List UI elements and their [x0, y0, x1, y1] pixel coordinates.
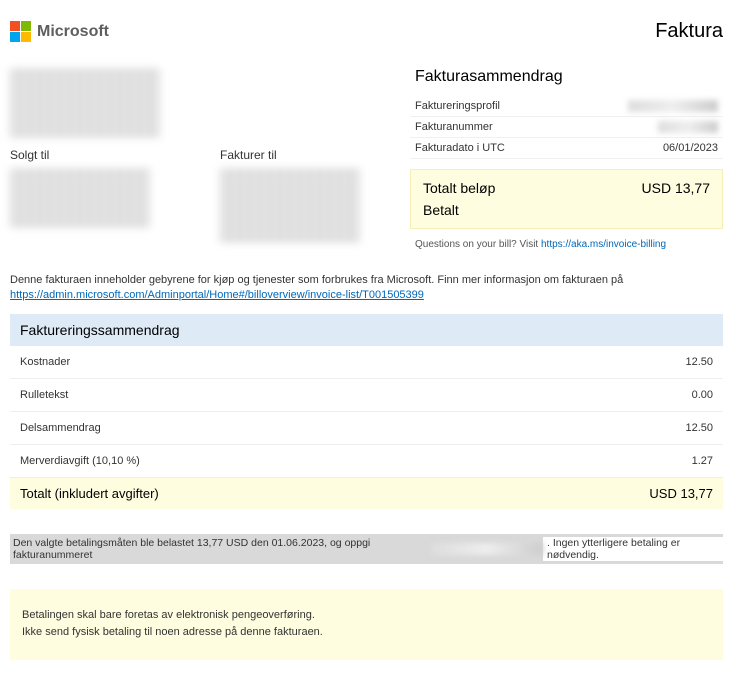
footer-notice: Betalingen skal bare foretas av elektron…	[10, 589, 723, 660]
line-label: Delsammendrag	[20, 422, 101, 434]
line-label: Kostnader	[20, 356, 70, 368]
redacted-logo-block	[10, 68, 160, 138]
summary-row-profile: Faktureringsprofil	[410, 96, 723, 117]
summary-label: Fakturadato i UTC	[415, 142, 505, 154]
line-value: 1.27	[692, 455, 713, 467]
line-subtotal: Delsammendrag 12.50	[10, 412, 723, 445]
payment-note-main: Den valgte betalingsmåten ble belastet 1…	[13, 537, 425, 561]
invoice-description: Denne fakturaen inneholder gebyrene for …	[10, 273, 723, 304]
redacted-value	[628, 100, 718, 112]
line-value: 12.50	[685, 356, 713, 368]
line-total: Totalt (inkludert avgifter) USD 13,77	[10, 478, 723, 509]
billing-summary-header: Faktureringssammendrag	[10, 314, 723, 346]
total-amount-box: Totalt beløp USD 13,77 Betalt	[410, 169, 723, 229]
summary-row-date: Fakturadato i UTC 06/01/2023	[410, 138, 723, 159]
document-title: Faktura	[655, 20, 723, 43]
summary-label: Fakturanummer	[415, 121, 493, 133]
paid-label: Betalt	[423, 202, 710, 218]
description-text: Denne fakturaen inneholder gebyrene for …	[10, 274, 623, 286]
line-label: Rulletekst	[20, 389, 68, 401]
document-header: Microsoft Faktura	[10, 20, 723, 43]
sold-to-label: Solgt til	[10, 148, 180, 162]
summary-title: Fakturasammendrag	[410, 68, 723, 86]
questions-note: Questions on your bill? Visit https://ak…	[410, 239, 723, 250]
microsoft-logo: Microsoft	[10, 21, 109, 42]
payment-note-tail: . Ingen ytterligere betaling er nødvendi…	[543, 537, 723, 561]
line-costs: Kostnader 12.50	[10, 346, 723, 379]
payment-note: Den valgte betalingsmåten ble belastet 1…	[10, 534, 723, 564]
line-label: Merverdiavgift (10,10 %)	[20, 455, 140, 467]
summary-label: Faktureringsprofil	[415, 100, 500, 112]
line-credits: Rulletekst 0.00	[10, 379, 723, 412]
total-label: Totalt (inkludert avgifter)	[20, 486, 159, 501]
footer-line-1: Betalingen skal bare foretas av elektron…	[22, 607, 711, 625]
questions-link[interactable]: https://aka.ms/invoice-billing	[541, 239, 666, 250]
address-column: Solgt til Fakturer til	[10, 68, 390, 253]
line-vat: Merverdiavgift (10,10 %) 1.27	[10, 445, 723, 478]
total-label: Totalt beløp	[423, 180, 495, 196]
top-section: Solgt til Fakturer til Fakturasammendrag…	[10, 68, 723, 253]
total-value: USD 13,77	[649, 486, 713, 501]
summary-row-number: Fakturanummer	[410, 117, 723, 138]
redacted-value	[658, 121, 718, 133]
bill-to-label: Fakturer til	[220, 148, 390, 162]
redacted-sold-to	[10, 168, 150, 228]
invoice-summary-column: Fakturasammendrag Faktureringsprofil Fak…	[410, 68, 723, 253]
summary-value: 06/01/2023	[663, 142, 718, 154]
questions-text: Questions on your bill? Visit	[415, 239, 541, 250]
description-link[interactable]: https://admin.microsoft.com/Adminportal/…	[10, 289, 424, 301]
billing-summary: Faktureringssammendrag Kostnader 12.50 R…	[10, 314, 723, 509]
line-value: 0.00	[692, 389, 713, 401]
line-value: 12.50	[685, 422, 713, 434]
footer-line-2: Ikke send fysisk betaling til noen adres…	[22, 624, 711, 642]
company-name: Microsoft	[37, 23, 109, 41]
redacted-bill-to	[220, 168, 360, 243]
total-value: USD 13,77	[642, 180, 710, 196]
microsoft-logo-icon	[10, 21, 31, 42]
redacted-invoice-ref	[431, 543, 543, 555]
